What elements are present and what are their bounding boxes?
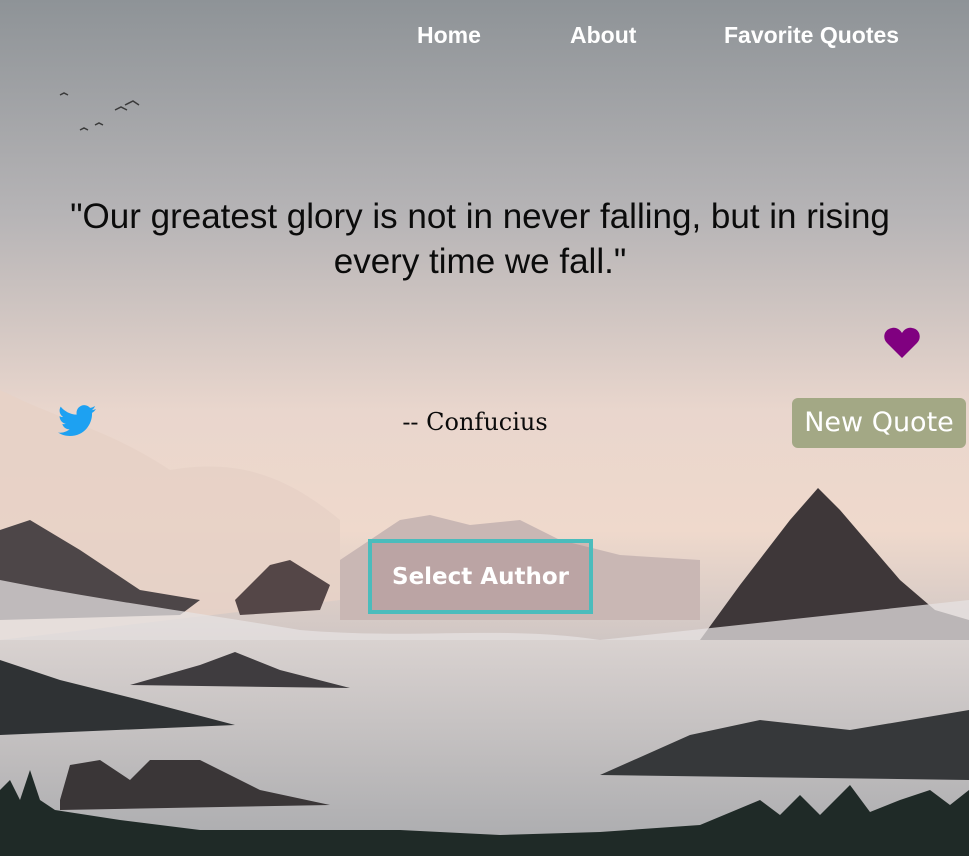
quote-text: "Our greatest glory is not in never fall… [70,197,890,281]
nav-favorite-quotes-link[interactable]: Favorite Quotes [724,22,899,49]
twitter-icon[interactable] [58,404,96,438]
nav-about-link[interactable]: About [570,22,636,49]
heart-icon[interactable] [884,327,920,359]
nav-home-link[interactable]: Home [417,22,481,49]
select-author-button[interactable]: Select Author [368,539,593,614]
new-quote-button[interactable]: New Quote [792,398,966,448]
top-nav: Home About Favorite Quotes [0,22,969,52]
quote-author: -- Confucius [402,408,548,436]
